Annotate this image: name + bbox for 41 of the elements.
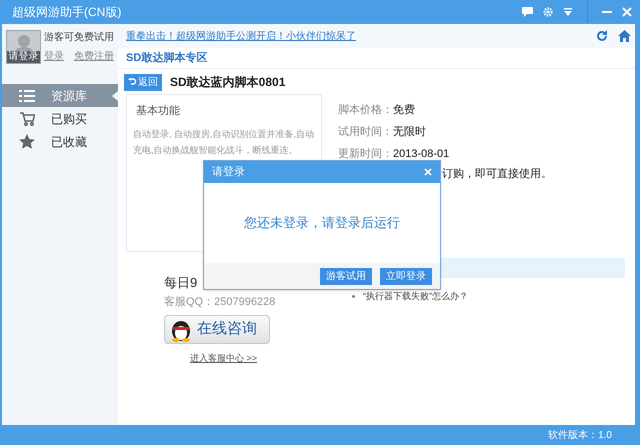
version-label: 软件版本：1.0 bbox=[548, 428, 612, 442]
avatar[interactable]: 请登录 bbox=[6, 30, 41, 64]
info-line: 脚本价格：免费 bbox=[338, 103, 416, 116]
login-link[interactable]: 登录 bbox=[44, 49, 64, 64]
card-title: 基本功能 bbox=[135, 104, 181, 119]
section-title: SD敢达脚本专区 bbox=[126, 50, 208, 66]
faq-link[interactable]: “执行器下载失败”怎么办？ bbox=[363, 290, 468, 304]
dropdown-icon[interactable] bbox=[563, 8, 573, 16]
refresh-icon[interactable] bbox=[596, 30, 608, 42]
guest-trial-button[interactable]: 游客试用 bbox=[320, 268, 372, 284]
sidebar-item[interactable]: 资源库 bbox=[2, 84, 118, 107]
bullet-icon bbox=[352, 295, 355, 298]
login-button[interactable]: 立即登录 bbox=[380, 268, 432, 284]
return-icon bbox=[128, 78, 136, 86]
service-center-link[interactable]: 进入客服中心 >> bbox=[190, 352, 328, 365]
dialog-message: 您还未登录，请登录后运行 bbox=[244, 214, 400, 232]
chat-icon[interactable] bbox=[522, 7, 533, 17]
dialog-title: 请登录 bbox=[212, 164, 245, 180]
home-icon[interactable] bbox=[618, 30, 631, 42]
cart-icon bbox=[19, 112, 35, 126]
guest-status: 游客可免费试用 bbox=[44, 30, 114, 45]
star-icon bbox=[19, 134, 35, 149]
register-link[interactable]: 免费注册 bbox=[74, 49, 114, 64]
settings-icon[interactable] bbox=[543, 7, 553, 17]
feature-description: 自动登录, 自动搜房,自动识别位置并准备,自动充电,自动换战舰智能化战斗，断线重连。 bbox=[133, 128, 315, 156]
script-title: SD敢达蓝内脚本0801 bbox=[170, 74, 286, 91]
sidebar-item[interactable]: 已收藏 bbox=[2, 130, 118, 153]
consult-button[interactable]: 在线咨询 bbox=[164, 314, 270, 344]
info-line: 更新时间：2013-08-01 bbox=[338, 146, 450, 160]
qq-number: 客服QQ：2507996228 bbox=[164, 294, 276, 310]
announcement-link[interactable]: 重拳出击！超级网游助手公测开启！小伙伴们惊呆了 bbox=[126, 28, 356, 44]
back-button[interactable]: 返回 bbox=[124, 74, 162, 90]
window-title: 超级网游助手(CN版) bbox=[12, 4, 122, 21]
close-icon[interactable] bbox=[424, 168, 432, 176]
hotline-text: 每日9 bbox=[164, 274, 198, 292]
close-icon[interactable] bbox=[622, 7, 632, 17]
info-line: 试用时间：无限时 bbox=[338, 125, 427, 138]
notice-text: 订购，即可直接使用。 bbox=[442, 166, 552, 182]
login-label: 请登录 bbox=[7, 51, 40, 63]
list-icon bbox=[19, 88, 35, 102]
sidebar-item[interactable]: 已购买 bbox=[2, 107, 118, 130]
